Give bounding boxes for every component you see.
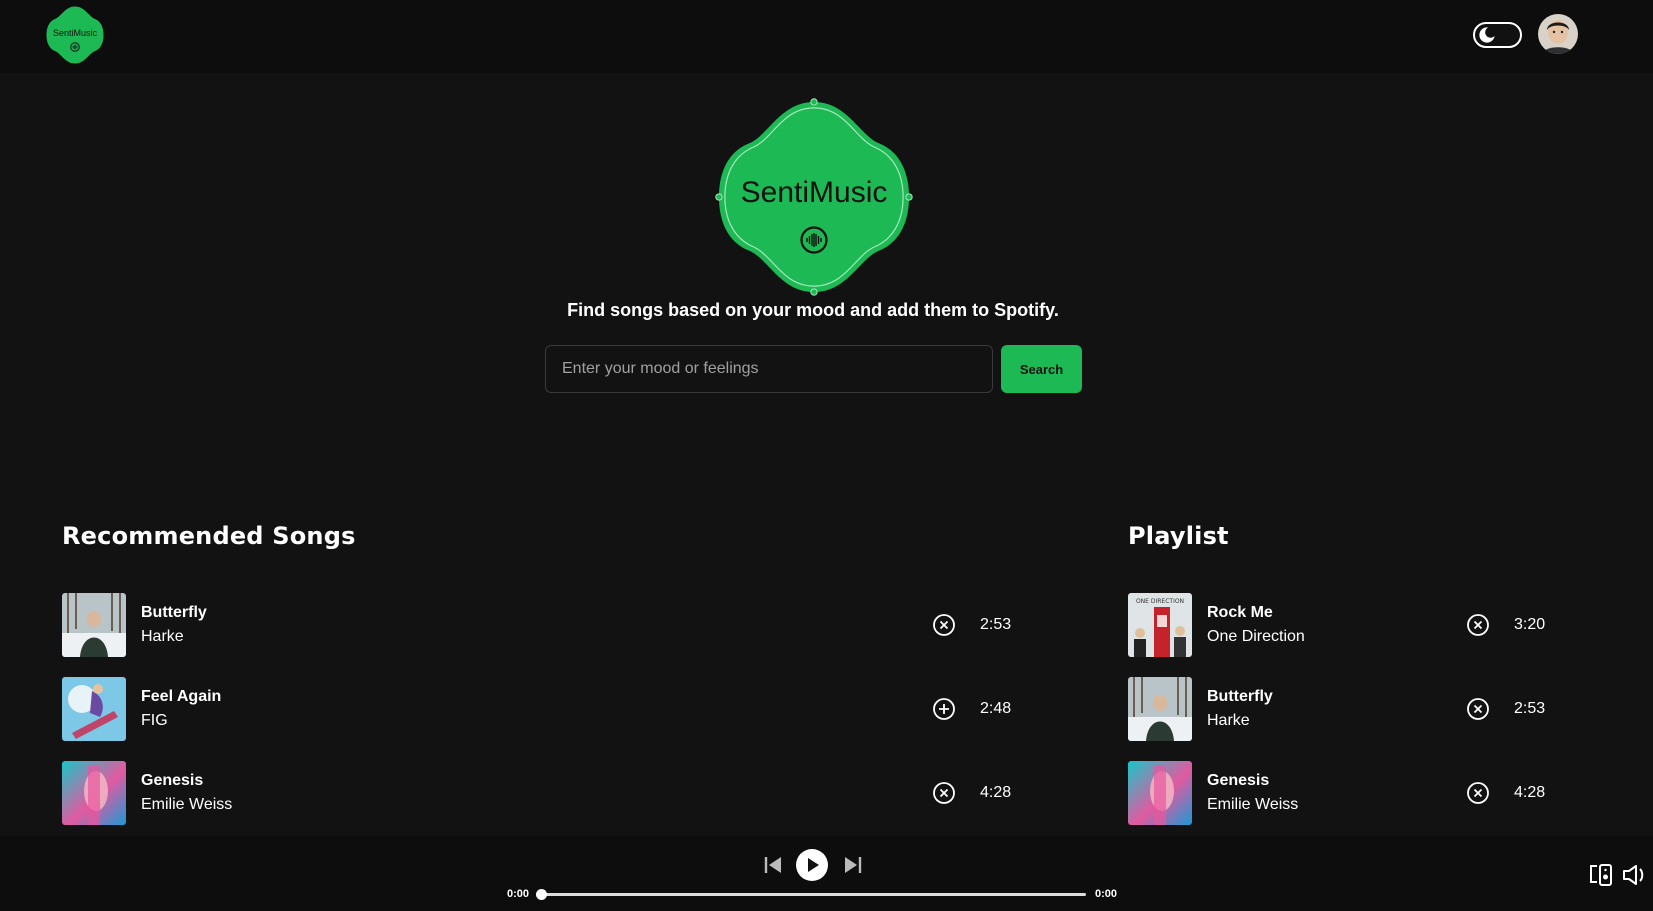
list-item[interactable]: Genesis Emilie Weiss 4:28 (62, 761, 1042, 825)
song-artist: Harke (1207, 712, 1250, 729)
album-cover (62, 593, 126, 657)
recommended-title: Recommended Songs (62, 522, 356, 550)
remove-circle-icon[interactable] (1466, 613, 1490, 637)
search-button[interactable]: Search (1001, 345, 1082, 393)
previous-icon[interactable] (763, 855, 783, 875)
song-duration: 4:28 (980, 784, 1012, 801)
current-time: 0:00 (507, 888, 530, 900)
song-duration: 3:20 (1514, 616, 1546, 633)
remove-circle-icon[interactable] (932, 613, 956, 637)
next-icon[interactable] (843, 855, 863, 875)
song-duration: 2:48 (980, 700, 1012, 717)
song-artist: Emilie Weiss (141, 796, 233, 813)
remove-circle-icon[interactable] (1466, 781, 1490, 805)
album-cover (1128, 677, 1192, 741)
user-avatar[interactable] (1538, 14, 1578, 54)
volume-icon[interactable] (1622, 864, 1648, 886)
song-title: Butterfly (1207, 688, 1273, 705)
album-cover (62, 761, 126, 825)
progress-thumb[interactable] (536, 889, 547, 900)
theme-toggle[interactable] (1473, 22, 1522, 48)
list-item[interactable]: Butterfly Harke 2:53 (1128, 677, 1608, 741)
playlist-title: Playlist (1128, 522, 1229, 550)
avatar-image (1538, 14, 1578, 54)
soundwave-icon (800, 226, 828, 254)
tagline: Find songs based on your mood and add th… (567, 300, 1059, 320)
list-item[interactable]: ONE DIRECTION Rock Me One Direction 3:20 (1128, 593, 1608, 657)
player-bar: 0:00 0:00 (0, 836, 1653, 911)
album-cover (1128, 761, 1192, 825)
song-artist: Emilie Weiss (1207, 796, 1299, 813)
list-item[interactable]: Feel Again FIG 2:48 (62, 677, 1042, 741)
song-artist: Harke (141, 628, 184, 645)
song-artist: FIG (141, 712, 168, 729)
song-title: Genesis (141, 772, 204, 789)
connect-device-icon[interactable] (1589, 864, 1613, 886)
song-title: Rock Me (1207, 604, 1273, 621)
song-duration: 4:28 (1514, 784, 1546, 801)
app-logo[interactable]: SentiMusic (44, 4, 106, 66)
progress-track[interactable] (540, 893, 1086, 896)
add-circle-icon[interactable] (932, 697, 956, 721)
song-title: Feel Again (141, 688, 222, 705)
play-button[interactable] (796, 849, 828, 881)
remove-circle-icon[interactable] (1466, 697, 1490, 721)
album-cover (62, 677, 126, 741)
album-cover: ONE DIRECTION (1128, 593, 1192, 657)
list-item[interactable]: Genesis Emilie Weiss 4:28 (1128, 761, 1608, 825)
top-bar: SentiMusic (0, 0, 1653, 73)
moon-icon (1479, 26, 1496, 43)
total-time: 0:00 (1095, 888, 1118, 900)
list-item[interactable]: Butterfly Harke 2:53 (62, 593, 1042, 657)
remove-circle-icon[interactable] (932, 781, 956, 805)
mood-search-input[interactable] (545, 345, 993, 393)
song-artist: One Direction (1207, 628, 1305, 645)
song-duration: 2:53 (980, 616, 1012, 633)
song-title: Butterfly (141, 604, 207, 621)
hero-logo: SentiMusic (715, 98, 913, 296)
song-title: Genesis (1207, 772, 1270, 789)
song-duration: 2:53 (1514, 700, 1546, 717)
hero-logo-text: SentiMusic (740, 176, 888, 209)
logo-text: SentiMusic (52, 28, 97, 38)
svg-text:ONE DIRECTION: ONE DIRECTION (1136, 598, 1184, 605)
soundwave-icon (70, 42, 80, 52)
